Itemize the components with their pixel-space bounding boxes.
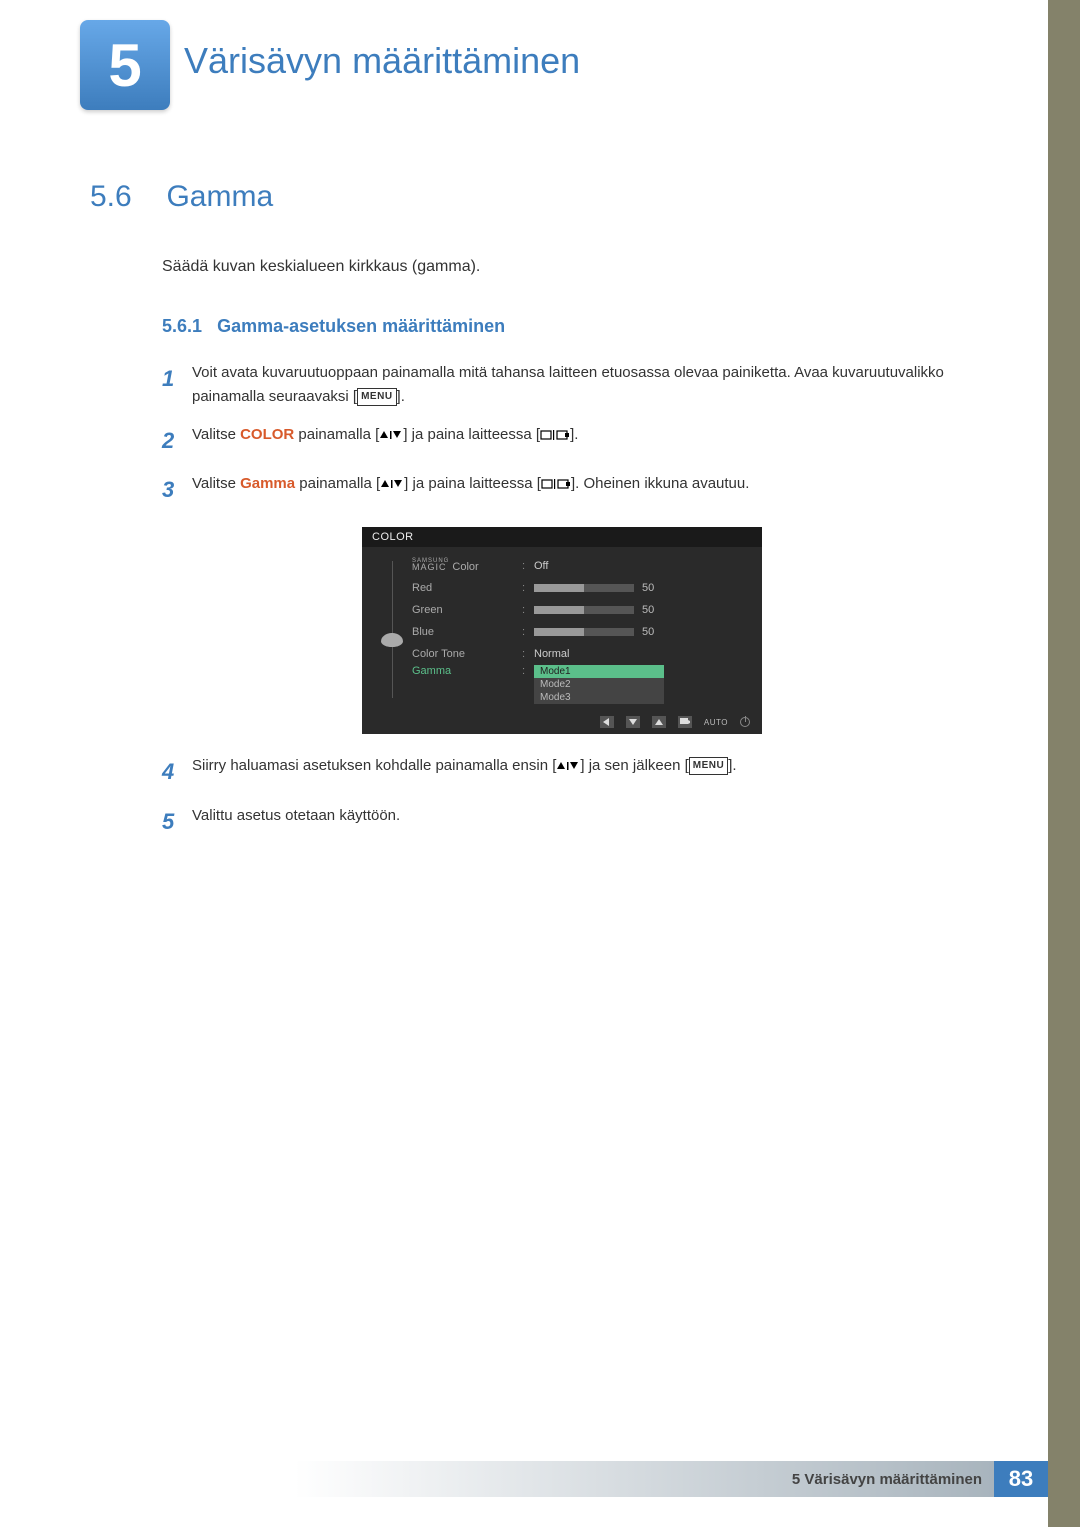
osd-row-blue: Blue : 50 xyxy=(412,621,746,643)
osd-row-green: Green : 50 xyxy=(412,599,746,621)
nav-enter-icon xyxy=(678,716,692,728)
steps-list: 1 Voit avata kuvaruutuoppaan painamalla … xyxy=(162,361,970,839)
step-1: 1 Voit avata kuvaruutuoppaan painamalla … xyxy=(162,361,970,409)
keyword-gamma: Gamma xyxy=(240,475,295,492)
step-text: Valitse Gamma painamalla [] ja paina lai… xyxy=(192,472,970,496)
subsection-title: Gamma-asetuksen määrittäminen xyxy=(217,316,505,336)
step-number: 3 xyxy=(162,472,192,507)
osd-value: 50 xyxy=(534,582,746,594)
intro-text: Säädä kuvan keskialueen kirkkaus (gamma)… xyxy=(162,258,970,276)
osd-slider xyxy=(534,584,634,592)
chapter-badge: 5 xyxy=(80,20,170,110)
step-text: Voit avata kuvaruutuoppaan painamalla mi… xyxy=(192,361,970,409)
osd-option-mode2: Mode2 xyxy=(534,678,664,691)
osd-value: Mode1 Mode2 Mode3 xyxy=(534,665,746,704)
enter-icon xyxy=(540,429,570,441)
step-text: Siirry haluamasi asetuksen kohdalle pain… xyxy=(192,754,970,778)
footer-breadcrumb: 5 Värisävyn määrittäminen xyxy=(294,1461,994,1497)
osd-row-red: Red : 50 xyxy=(412,577,746,599)
step-3: 3 Valitse Gamma painamalla [] ja paina l… xyxy=(162,472,970,507)
section-number: 5.6 xyxy=(90,180,162,214)
footer: 5 Värisävyn määrittäminen 83 xyxy=(294,1461,1048,1497)
nav-up-icon xyxy=(652,716,666,728)
step-number: 1 xyxy=(162,361,192,396)
step-text: Valitse COLOR painamalla [] ja paina lai… xyxy=(192,423,970,447)
step-4: 4 Siirry haluamasi asetuksen kohdalle pa… xyxy=(162,754,970,789)
keyword-color: COLOR xyxy=(240,426,294,443)
step-text: Valittu asetus otetaan käyttöön. xyxy=(192,804,970,828)
nav-auto-label: AUTO xyxy=(704,718,728,727)
section-title: Gamma xyxy=(166,180,273,214)
samsung-magic-logo: SAMSUNG MAGIC xyxy=(412,559,449,571)
osd-row-magic-color: SAMSUNG MAGIC Color : Off xyxy=(412,555,746,577)
step-number: 2 xyxy=(162,423,192,458)
osd-title: COLOR xyxy=(362,527,762,547)
step-2: 2 Valitse COLOR painamalla [] ja paina l… xyxy=(162,423,970,458)
osd-row-gamma: Gamma : Mode1 Mode2 Mode3 xyxy=(412,665,746,704)
page-number: 83 xyxy=(994,1461,1048,1497)
subsection-number: 5.6.1 xyxy=(162,316,202,336)
up-down-icon xyxy=(556,761,580,771)
osd-body: SAMSUNG MAGIC Color : Off Red : 50 xyxy=(362,547,762,712)
step-number: 4 xyxy=(162,754,192,789)
osd-row-tone: Color Tone : Normal xyxy=(412,643,746,665)
osd-value: 50 xyxy=(534,604,746,616)
power-icon xyxy=(740,717,750,727)
chapter-number: 5 xyxy=(108,31,141,100)
osd-option-mode3: Mode3 xyxy=(534,691,664,704)
osd-label: Blue xyxy=(412,626,522,638)
osd-option-mode1: Mode1 xyxy=(534,665,664,678)
nav-down-icon xyxy=(626,716,640,728)
osd-label: Red xyxy=(412,582,522,594)
osd-icon-column xyxy=(372,555,412,704)
osd-label: SAMSUNG MAGIC Color xyxy=(412,559,522,573)
osd-label-selected: Gamma xyxy=(412,665,522,677)
osd-window: COLOR SAMSUNG MAGIC Color xyxy=(362,527,762,734)
osd-label: Color Tone xyxy=(412,648,522,660)
menu-icon: MENU xyxy=(689,757,728,775)
osd-slider xyxy=(534,628,634,636)
osd-gamma-dropdown: Mode1 Mode2 Mode3 xyxy=(534,665,664,704)
step-5: 5 Valittu asetus otetaan käyttöön. xyxy=(162,804,970,839)
content-area: 5.6 Gamma Säädä kuvan keskialueen kirkka… xyxy=(90,180,970,853)
osd-value: 50 xyxy=(534,626,746,638)
subsection-heading: 5.6.1 Gamma-asetuksen määrittäminen xyxy=(162,316,970,337)
menu-icon: MENU xyxy=(357,388,396,406)
up-down-icon xyxy=(379,430,403,440)
osd-vertical-line xyxy=(392,561,393,698)
osd-slider xyxy=(534,606,634,614)
step-number: 5 xyxy=(162,804,192,839)
osd-value: Off xyxy=(534,560,746,572)
sidebar-strip xyxy=(1048,0,1080,1527)
osd-label: Green xyxy=(412,604,522,616)
section-heading: 5.6 Gamma xyxy=(90,180,970,214)
osd-value: Normal xyxy=(534,648,746,660)
enter-icon xyxy=(541,478,571,490)
chapter-title: Värisävyn määrittäminen xyxy=(184,40,580,82)
palette-icon xyxy=(381,633,403,647)
osd-rows: SAMSUNG MAGIC Color : Off Red : 50 xyxy=(412,555,746,704)
osd-nav-bar: AUTO xyxy=(362,712,762,734)
up-down-icon xyxy=(380,479,404,489)
nav-left-icon xyxy=(600,716,614,728)
